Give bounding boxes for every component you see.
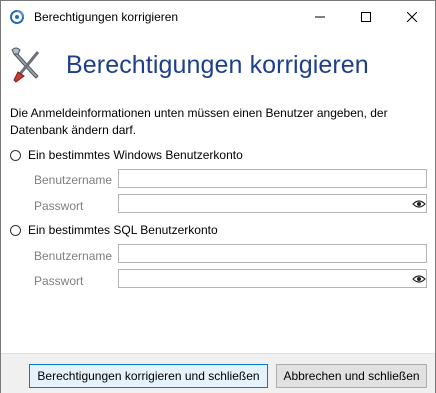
button-bar: Berechtigungen korrigieren und schließen… [1, 353, 435, 393]
close-icon [407, 11, 417, 22]
tools-icon [11, 47, 40, 83]
description-text: Die Anmeldeinformationen unten müssen ei… [10, 106, 388, 137]
fix-and-close-button[interactable]: Berechtigungen korrigieren und schließen [29, 364, 268, 388]
radio-sql-label: Ein bestimmtes SQL Benutzerkonto [28, 223, 218, 237]
minimize-button[interactable] [297, 1, 343, 32]
page-title: Berechtigungen korrigieren [66, 51, 369, 79]
dialog-window: Berechtigungen korrigieren Berechtigunge… [0, 0, 436, 393]
radio-circle[interactable] [10, 224, 21, 236]
windows-username-label: Benutzername [34, 173, 113, 187]
sql-username-label: Benutzername [34, 249, 113, 263]
sql-password-label: Passwort [34, 274, 84, 288]
radio-windows-label: Ein bestimmtes Windows Benutzerkonto [28, 148, 243, 162]
close-button[interactable] [389, 1, 435, 32]
maximize-icon [361, 11, 371, 22]
cancel-and-close-button[interactable]: Abbrechen und schließen [276, 364, 427, 388]
sql-username-field[interactable] [118, 244, 427, 263]
radio-windows-account[interactable]: Ein bestimmtes Windows Benutzerkonto [10, 148, 243, 162]
sql-password-field[interactable] [118, 269, 427, 288]
windows-password-field[interactable] [118, 194, 427, 213]
radio-sql-account[interactable]: Ein bestimmtes SQL Benutzerkonto [10, 223, 218, 237]
eye-icon[interactable] [412, 199, 426, 209]
maximize-button[interactable] [343, 1, 389, 32]
database-icon [10, 10, 24, 24]
eye-icon[interactable] [412, 274, 426, 284]
windows-password-label: Passwort [34, 199, 84, 213]
radio-circle[interactable] [10, 149, 21, 161]
minimize-icon [315, 16, 325, 17]
windows-username-field[interactable] [118, 169, 427, 188]
window-title: Berechtigungen korrigieren [34, 10, 179, 24]
title-bar[interactable]: Berechtigungen korrigieren [1, 1, 435, 32]
